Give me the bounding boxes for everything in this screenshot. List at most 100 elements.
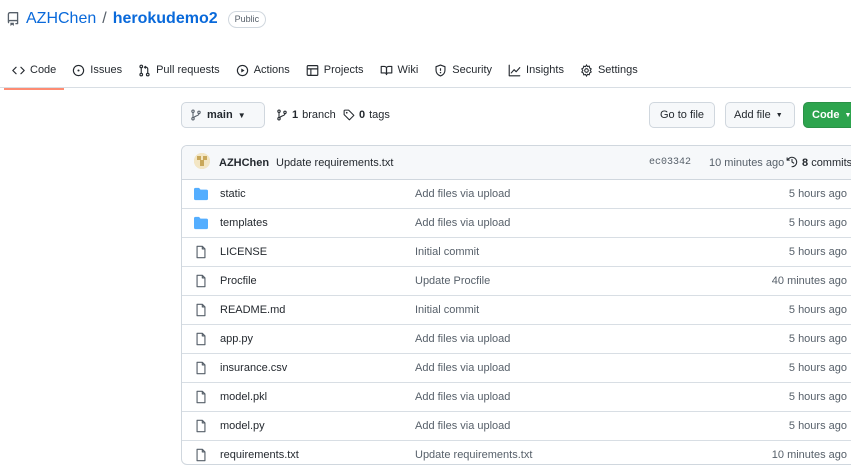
code-download-button[interactable]: Code ▼: [803, 102, 851, 128]
file-commit-message-link[interactable]: Update requirements.txt: [415, 449, 532, 461]
add-file-label: Add file: [734, 109, 771, 121]
branch-count: 1: [292, 109, 298, 121]
file-icon: [194, 332, 208, 346]
tab-pull-requests[interactable]: Pull requests: [130, 52, 228, 82]
file-icon: [194, 448, 208, 462]
file-name-link[interactable]: LICENSE: [220, 246, 267, 258]
tab-projects-label: Projects: [324, 64, 364, 76]
file-row[interactable]: ProcfileUpdate Procfile40 minutes ago: [182, 267, 851, 296]
file-row[interactable]: model.pyAdd files via upload5 hours ago: [182, 412, 851, 441]
file-commit-message-link[interactable]: Add files via upload: [415, 217, 510, 229]
tab-actions[interactable]: Actions: [228, 52, 298, 82]
tab-issues[interactable]: Issues: [64, 52, 130, 82]
tab-wiki-label: Wiki: [398, 64, 419, 76]
folder-icon: [194, 216, 208, 230]
tab-settings-label: Settings: [598, 64, 638, 76]
file-name-link[interactable]: app.py: [220, 333, 253, 345]
tab-issues-label: Issues: [90, 64, 122, 76]
issue-icon: [72, 64, 85, 77]
chevron-down-icon: ▼: [776, 112, 783, 119]
add-file-button[interactable]: Add file ▼: [725, 102, 795, 128]
file-commit-message-link[interactable]: Add files via upload: [415, 188, 510, 200]
file-icon: [194, 390, 208, 404]
tab-security[interactable]: Security: [426, 52, 500, 82]
file-icon: [194, 274, 208, 288]
file-commit-message-link[interactable]: Add files via upload: [415, 333, 510, 345]
commit-count-word: commits: [811, 157, 851, 169]
file-commit-age: 5 hours ago: [789, 333, 847, 345]
file-row[interactable]: templatesAdd files via upload5 hours ago: [182, 209, 851, 238]
visibility-badge: Public: [228, 11, 267, 28]
repo-name-link[interactable]: herokudemo2: [113, 10, 218, 28]
file-name-link[interactable]: templates: [220, 217, 268, 229]
repo-nav-tabs: Code Issues Pull requests Actions Projec…: [4, 52, 646, 82]
repo-header: AZHChen / herokudemo2 Public: [6, 4, 266, 34]
go-to-file-button[interactable]: Go to file: [649, 102, 715, 128]
file-name-link[interactable]: static: [220, 188, 246, 200]
avatar[interactable]: [194, 153, 210, 169]
branch-select-button[interactable]: main ▼: [181, 102, 265, 128]
file-commit-message-link[interactable]: Initial commit: [415, 304, 479, 316]
tab-pull-requests-label: Pull requests: [156, 64, 220, 76]
tab-actions-label: Actions: [254, 64, 290, 76]
shield-icon: [434, 64, 447, 77]
file-commit-message-link[interactable]: Update Procfile: [415, 275, 490, 287]
tab-security-label: Security: [452, 64, 492, 76]
repo-path-separator: /: [102, 10, 106, 28]
tags-link[interactable]: 0 tags: [343, 102, 390, 128]
file-commit-age: 10 minutes ago: [772, 449, 847, 461]
file-name-link[interactable]: README.md: [220, 304, 285, 316]
file-row[interactable]: app.py Add files via upload 5 hours ago: [182, 325, 851, 354]
tab-wiki[interactable]: Wiki: [372, 52, 427, 82]
file-browser: AZHChen Update requirements.txt ec03342 …: [181, 145, 851, 465]
commit-sha[interactable]: ec03342: [649, 157, 691, 168]
file-commit-message-link[interactable]: Add files via upload: [415, 391, 510, 403]
file-icon: [194, 303, 208, 317]
file-commit-age: 5 hours ago: [789, 391, 847, 403]
file-row[interactable]: insurance.csvAdd files via upload5 hours…: [182, 354, 851, 383]
file-row[interactable]: model.pkl Add files via upload 5 hours ago: [182, 383, 851, 412]
commit-time[interactable]: 10 minutes ago: [709, 157, 784, 169]
branch-icon: [190, 109, 202, 121]
history-icon: [786, 156, 798, 168]
tab-insights[interactable]: Insights: [500, 52, 572, 82]
tag-icon: [343, 109, 355, 121]
file-name-link[interactable]: model.py: [220, 420, 265, 432]
file-name-link[interactable]: Procfile: [220, 275, 257, 287]
tab-settings[interactable]: Settings: [572, 52, 646, 82]
go-to-file-label: Go to file: [660, 109, 704, 121]
chevron-down-icon: ▼: [238, 111, 246, 120]
file-row[interactable]: static Add files via upload 5 hours ago: [182, 180, 851, 209]
file-list: static Add files via upload 5 hours ago tem…: [182, 180, 851, 465]
branch-icon: [276, 109, 288, 121]
commits-link[interactable]: 8 commits: [802, 157, 851, 169]
tab-code[interactable]: Code: [4, 52, 64, 82]
commit-message[interactable]: Update requirements.txt: [276, 157, 393, 169]
file-commit-message-link[interactable]: Add files via upload: [415, 420, 510, 432]
tabs-divider: [0, 87, 851, 88]
file-commit-message-link[interactable]: Add files via upload: [415, 362, 510, 374]
file-row[interactable]: README.mdInitial commit5 hours ago: [182, 296, 851, 325]
file-name-link[interactable]: requirements.txt: [220, 449, 299, 461]
file-icon: [194, 419, 208, 433]
file-row[interactable]: requirements.txt Update requirements.txt 1…: [182, 441, 851, 465]
branches-link[interactable]: 1 branch: [276, 102, 336, 128]
repo-owner-link[interactable]: AZHChen: [26, 10, 96, 28]
file-commit-age: 5 hours ago: [789, 246, 847, 258]
file-name-link[interactable]: model.pkl: [220, 391, 267, 403]
file-commit-message-link[interactable]: Initial commit: [415, 246, 479, 258]
code-icon: [12, 64, 25, 77]
file-name-link[interactable]: insurance.csv: [220, 362, 287, 374]
chevron-down-icon: ▼: [845, 112, 851, 119]
file-commit-age: 5 hours ago: [789, 188, 847, 200]
avatar-identicon: [194, 153, 210, 169]
tag-count: 0: [359, 109, 365, 121]
gear-icon: [580, 64, 593, 77]
tab-projects[interactable]: Projects: [298, 52, 372, 82]
play-icon: [236, 64, 249, 77]
commit-author[interactable]: AZHChen: [219, 157, 269, 169]
file-icon: [194, 245, 208, 259]
pull-request-icon: [138, 64, 151, 77]
branch-name: main: [207, 109, 233, 121]
file-row[interactable]: LICENSE Initial commit 5 hours ago: [182, 238, 851, 267]
